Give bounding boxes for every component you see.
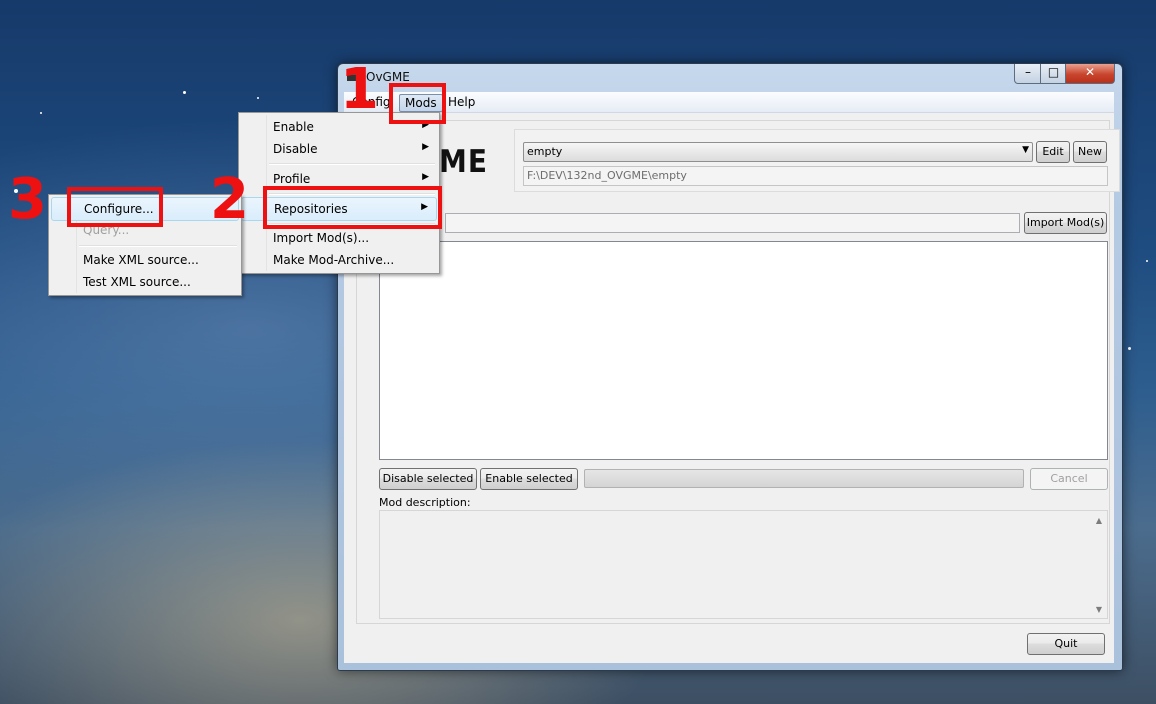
minimize-icon: –	[1025, 65, 1031, 79]
profile-select-value: empty	[527, 145, 563, 158]
menu-item-test-xml-source[interactable]: Test XML source...	[51, 271, 239, 293]
edit-profile-button[interactable]: Edit	[1036, 141, 1070, 163]
annotation-box-2	[263, 186, 442, 229]
desktop-star	[183, 91, 186, 94]
annotation-box-1	[389, 83, 446, 124]
desktop-star	[1128, 347, 1131, 350]
menu-item-import-mods[interactable]: Import Mod(s)...	[241, 227, 437, 249]
menu-item-label: Enable	[273, 120, 314, 134]
maximize-icon: □	[1047, 65, 1060, 79]
new-profile-button[interactable]: New	[1073, 141, 1107, 163]
mod-description-label: Mod description:	[379, 496, 471, 509]
disable-selected-button[interactable]: Disable selected	[379, 468, 477, 490]
annotation-step-2: 2	[210, 167, 249, 232]
menu-bar: Config Mods Help	[344, 92, 1114, 113]
main-panel: ME empty ▼ Edit New F:\DEV\132nd_OVGME\e…	[356, 120, 1120, 624]
desktop-star	[40, 112, 42, 114]
client-area: ME empty ▼ Edit New F:\DEV\132nd_OVGME\e…	[344, 113, 1120, 663]
menu-item-label: Disable	[273, 142, 318, 156]
ovgme-window: OvGME – □ ✕ Config Mods Help ME empty ▼ …	[337, 63, 1123, 671]
import-mods-button[interactable]: Import Mod(s)	[1024, 212, 1107, 234]
maximize-button[interactable]: □	[1040, 64, 1067, 84]
desktop-star	[257, 97, 259, 99]
profile-path-text: F:\DEV\132nd_OVGME\empty	[527, 169, 687, 182]
close-icon: ✕	[1084, 65, 1096, 79]
menu-item-label: Make XML source...	[83, 253, 199, 267]
menu-item-label: Test XML source...	[83, 275, 191, 289]
profile-path-field: F:\DEV\132nd_OVGME\empty	[523, 166, 1108, 186]
desktop-star	[1146, 260, 1148, 262]
progress-bar	[584, 469, 1024, 488]
menu-separator	[269, 163, 435, 165]
menu-item-label: Make Mod-Archive...	[273, 253, 395, 267]
quit-button[interactable]: Quit	[1027, 633, 1105, 655]
annotation-step-1: 1	[340, 57, 379, 122]
menu-separator	[79, 245, 237, 247]
chevron-down-icon: ▼	[1022, 145, 1029, 155]
submenu-arrow-icon: ▶	[422, 142, 429, 152]
menu-item-make-mod-archive[interactable]: Make Mod-Archive...	[241, 249, 437, 271]
menu-item-label: Profile	[273, 172, 311, 186]
menu-item-make-xml-source[interactable]: Make XML source...	[51, 249, 239, 271]
mod-path-field[interactable]	[445, 213, 1020, 233]
enable-selected-button[interactable]: Enable selected	[480, 468, 578, 490]
profile-select[interactable]: empty ▼	[523, 142, 1033, 162]
cancel-button[interactable]: Cancel	[1030, 468, 1108, 490]
annotation-box-3	[67, 187, 163, 227]
menu-help[interactable]: Help	[443, 94, 480, 110]
annotation-step-3: 3	[8, 167, 47, 232]
ovgme-logo: ME	[439, 143, 488, 180]
mod-list[interactable]	[379, 241, 1108, 460]
close-button[interactable]: ✕	[1065, 64, 1115, 84]
mod-description-box[interactable]: ▲ ▼	[379, 510, 1108, 619]
minimize-button[interactable]: –	[1014, 64, 1042, 84]
submenu-arrow-icon: ▶	[422, 172, 429, 182]
menu-item-disable[interactable]: Disable ▶	[241, 138, 437, 160]
menu-item-label: Import Mod(s)...	[273, 231, 370, 245]
scroll-up-icon[interactable]: ▲	[1096, 516, 1102, 525]
scroll-down-icon[interactable]: ▼	[1096, 605, 1102, 614]
title-bar[interactable]: OvGME – □ ✕	[338, 64, 1122, 90]
